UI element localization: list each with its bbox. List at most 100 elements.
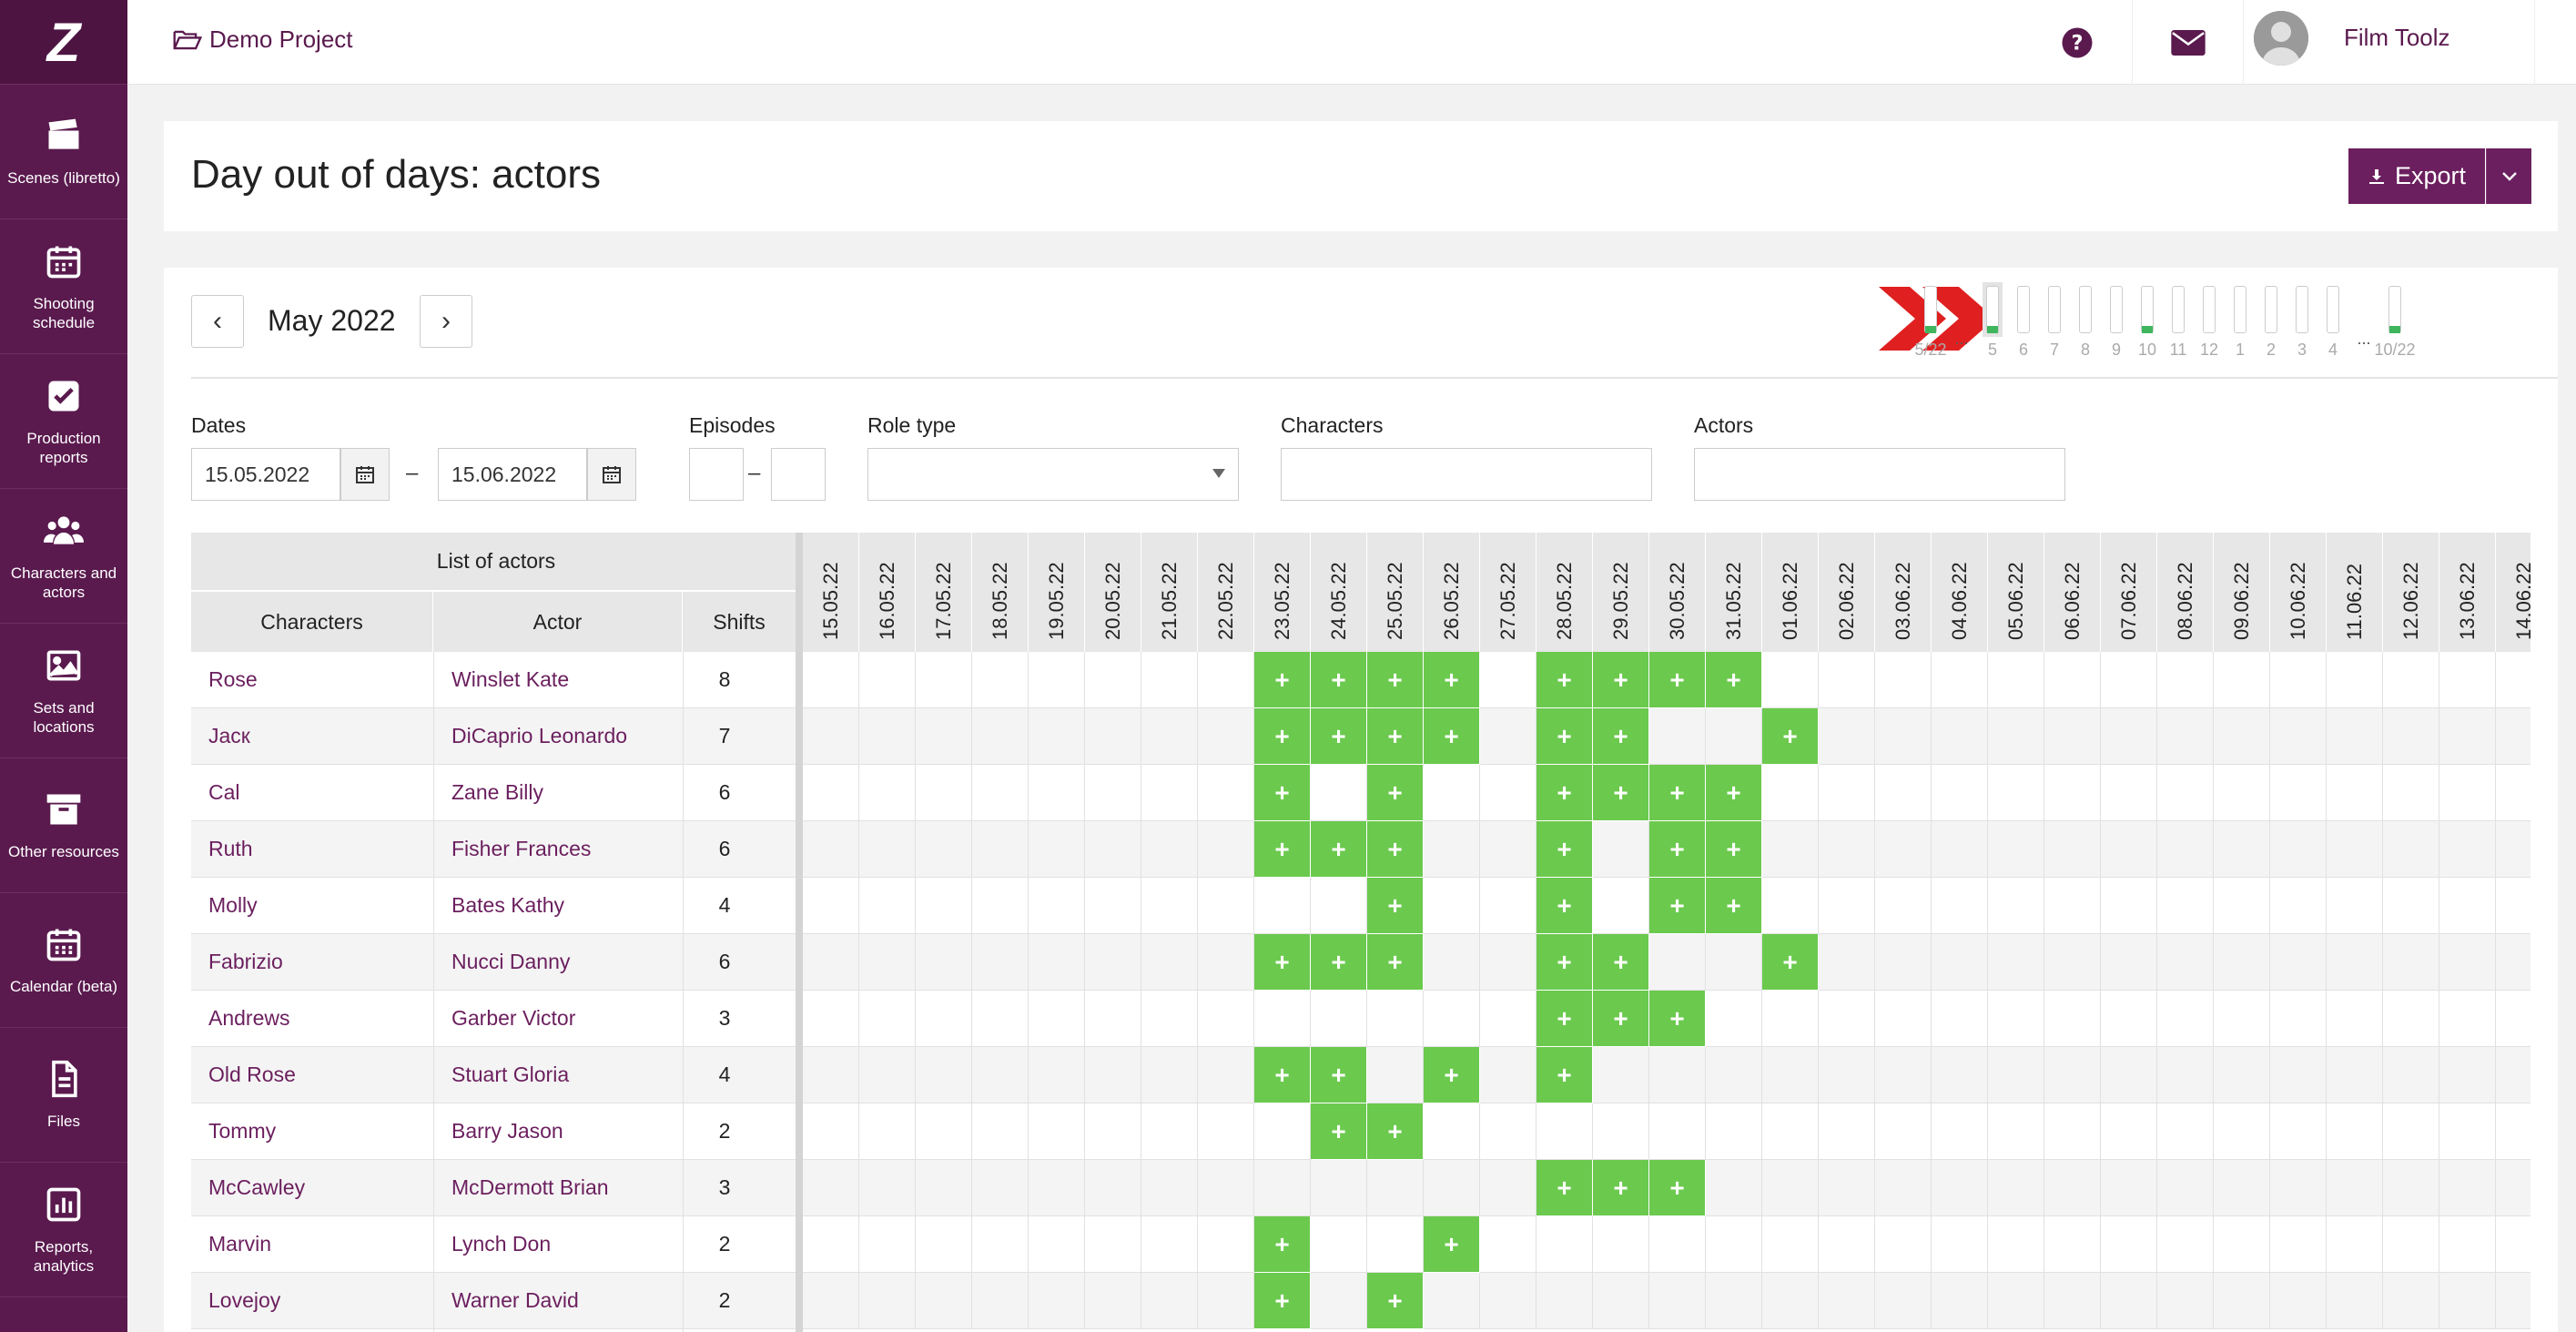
schedule-cell[interactable] [1988, 1047, 2044, 1103]
col-characters-header[interactable]: Characters [191, 592, 433, 652]
schedule-cell[interactable] [1480, 934, 1536, 991]
schedule-cell[interactable] [1593, 1216, 1649, 1273]
schedule-cell[interactable] [1311, 1273, 1367, 1329]
actor-link[interactable]: Fisher Frances [451, 837, 591, 861]
schedule-cell[interactable] [972, 1103, 1029, 1160]
schedule-cell[interactable] [972, 991, 1029, 1047]
schedule-cell-present[interactable] [1254, 708, 1311, 765]
avatar[interactable] [2254, 11, 2308, 66]
schedule-cell[interactable] [1706, 934, 1762, 991]
schedule-cell[interactable] [1875, 652, 1932, 708]
schedule-cell[interactable] [1198, 708, 1254, 765]
schedule-cell[interactable] [2157, 708, 2214, 765]
schedule-cell[interactable] [1988, 652, 2044, 708]
schedule-cell[interactable] [2496, 878, 2530, 934]
schedule-cell[interactable] [1029, 652, 1085, 708]
schedule-cell[interactable] [2044, 991, 2101, 1047]
schedule-cell[interactable] [2383, 652, 2439, 708]
schedule-cell[interactable] [1085, 1103, 1141, 1160]
schedule-cell-present[interactable] [1706, 765, 1762, 821]
sidebar-item-sets-locations[interactable]: Sets and locations [0, 624, 127, 758]
schedule-cell[interactable] [1367, 991, 1424, 1047]
schedule-cell[interactable] [2327, 1216, 2383, 1273]
schedule-cell[interactable] [2270, 708, 2327, 765]
schedule-cell-present[interactable] [1367, 765, 1424, 821]
schedule-cell[interactable] [1819, 652, 1875, 708]
schedule-cell[interactable] [1706, 1160, 1762, 1216]
schedule-cell[interactable] [916, 708, 972, 765]
schedule-cell[interactable] [916, 878, 972, 934]
schedule-cell[interactable] [1480, 1047, 1536, 1103]
schedule-cell[interactable] [1932, 1273, 1988, 1329]
date-from-input[interactable]: 15.05.2022 [191, 448, 340, 501]
schedule-cell[interactable] [859, 991, 916, 1047]
schedule-cell[interactable] [2383, 878, 2439, 934]
schedule-cell[interactable] [1932, 765, 1988, 821]
sidebar-item-files[interactable]: Files [0, 1028, 127, 1163]
schedule-cell[interactable] [2044, 934, 2101, 991]
schedule-cell-present[interactable] [1762, 934, 1819, 991]
schedule-cell[interactable] [2327, 878, 2383, 934]
schedule-cell[interactable] [2101, 1047, 2157, 1103]
schedule-cell[interactable] [1424, 1103, 1480, 1160]
schedule-cell[interactable] [2214, 1216, 2270, 1273]
schedule-cell[interactable] [2439, 1273, 2496, 1329]
schedule-cell-present[interactable] [1593, 765, 1649, 821]
schedule-cell-present[interactable] [1254, 1047, 1311, 1103]
schedule-cell[interactable] [803, 934, 859, 991]
schedule-cell[interactable] [2496, 652, 2530, 708]
schedule-cell[interactable] [2270, 765, 2327, 821]
schedule-cell[interactable] [2214, 1160, 2270, 1216]
schedule-cell[interactable] [1480, 1160, 1536, 1216]
schedule-cell[interactable] [1480, 708, 1536, 765]
schedule-cell[interactable] [2214, 1047, 2270, 1103]
schedule-cell[interactable] [2270, 1103, 2327, 1160]
schedule-cell-present[interactable] [1254, 765, 1311, 821]
schedule-cell[interactable] [1593, 1103, 1649, 1160]
schedule-cell[interactable] [916, 1273, 972, 1329]
schedule-cell-present[interactable] [1593, 991, 1649, 1047]
schedule-cell[interactable] [1424, 821, 1480, 878]
schedule-cell[interactable] [2496, 1273, 2530, 1329]
schedule-cell[interactable] [2327, 1047, 2383, 1103]
schedule-cell[interactable] [1480, 878, 1536, 934]
schedule-cell[interactable] [1311, 765, 1367, 821]
schedule-cell[interactable] [1311, 991, 1367, 1047]
schedule-cell[interactable] [1649, 1103, 1706, 1160]
timeline-slot[interactable]: 12 [2199, 282, 2219, 359]
schedule-cell-present[interactable] [1311, 708, 1367, 765]
schedule-cell[interactable] [859, 1160, 916, 1216]
schedule-cell-present[interactable] [1254, 934, 1311, 991]
actor-link[interactable]: Winslet Kate [451, 667, 569, 692]
schedule-cell-present[interactable] [1424, 652, 1480, 708]
timeline-slot[interactable]: ... [1952, 282, 1972, 348]
schedule-cell[interactable] [803, 1047, 859, 1103]
schedule-cell-present[interactable] [1593, 708, 1649, 765]
schedule-cell-present[interactable] [1311, 652, 1367, 708]
actor-link[interactable]: Garber Victor [451, 1006, 575, 1031]
schedule-cell[interactable] [1762, 765, 1819, 821]
sidebar-item-other-resources[interactable]: Other resources [0, 758, 127, 893]
schedule-cell[interactable] [916, 991, 972, 1047]
schedule-cell[interactable] [1706, 708, 1762, 765]
schedule-cell[interactable] [1932, 991, 1988, 1047]
schedule-cell[interactable] [2214, 878, 2270, 934]
schedule-cell-present[interactable] [1536, 821, 1593, 878]
schedule-cell-present[interactable] [1762, 708, 1819, 765]
schedule-cell[interactable] [1932, 821, 1988, 878]
schedule-cell[interactable] [2157, 652, 2214, 708]
schedule-cell[interactable] [1536, 1273, 1593, 1329]
schedule-cell[interactable] [1988, 821, 2044, 878]
schedule-cell-present[interactable] [1593, 934, 1649, 991]
schedule-cell[interactable] [2383, 1103, 2439, 1160]
schedule-cell[interactable] [1819, 1047, 1875, 1103]
schedule-cell[interactable] [859, 821, 916, 878]
character-link[interactable]: Ruth [208, 837, 253, 861]
schedule-cell[interactable] [1141, 878, 1198, 934]
schedule-cell[interactable] [1875, 878, 1932, 934]
schedule-cell[interactable] [1254, 878, 1311, 934]
schedule-cell-present[interactable] [1424, 1047, 1480, 1103]
schedule-cell[interactable] [1875, 821, 1932, 878]
schedule-cell[interactable] [1819, 1103, 1875, 1160]
schedule-cell[interactable] [2439, 821, 2496, 878]
